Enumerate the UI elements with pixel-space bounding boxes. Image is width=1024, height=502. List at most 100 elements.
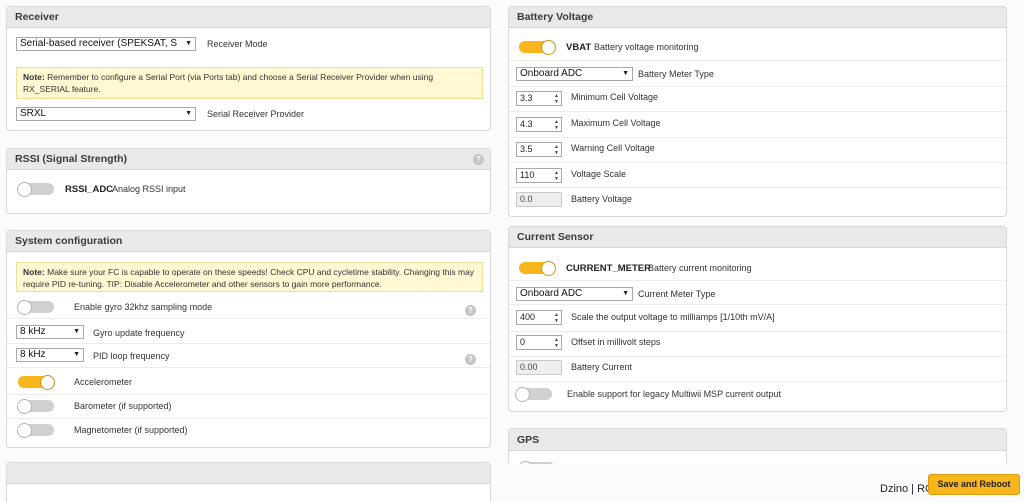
rssi-panel: RSSI (Signal Strength) ? RSSI_ADC Analog… <box>6 148 491 214</box>
max-cell-row: 4.3 ▲ ▼ Maximum Cell Voltage <box>509 113 1006 138</box>
receiver-mode-select[interactable]: Serial-based receiver (SPEKSAT, S ▼ <box>16 37 196 51</box>
battery-voltage-row: 0.0 Battery Voltage <box>509 189 1006 214</box>
vbat-desc: Battery voltage monitoring <box>594 42 699 52</box>
accelerometer-label: Accelerometer <box>74 377 133 387</box>
barometer-label: Barometer (if supported) <box>74 401 172 411</box>
barometer-row: Barometer (if supported) <box>7 395 490 419</box>
receiver-note: Note: Remember to configure a Serial Por… <box>16 67 483 99</box>
next-left-panel-header <box>7 463 490 484</box>
max-cell-value: 4.3 <box>520 119 533 129</box>
current-scale-label: Scale the output voltage to milliamps [1… <box>571 312 775 322</box>
current-meter-row: CURRENT_METER Battery current monitoring <box>509 253 1006 281</box>
system-note-text: Make sure your FC is capable to operate … <box>23 267 475 289</box>
save-and-reboot-button[interactable]: Save and Reboot <box>928 474 1020 495</box>
receiver-mode-value: Serial-based receiver (SPEKSAT, S <box>20 38 178 49</box>
battery-voltage-panel: Battery Voltage VBAT Battery voltage mon… <box>508 6 1007 217</box>
current-offset-row: 0 ▲ ▼ Offset in millivolt steps <box>509 332 1006 357</box>
battery-meter-type-row: Onboard ADC ▼ Battery Meter Type <box>509 63 1006 87</box>
current-meter-type-label: Current Meter Type <box>638 289 716 299</box>
gyro-freq-label: Gyro update frequency <box>93 328 185 338</box>
max-cell-input[interactable]: 4.3 ▲ ▼ <box>516 117 562 132</box>
chevron-down-icon: ▼ <box>620 288 629 300</box>
voltage-scale-input[interactable]: 110 ▲ ▼ <box>516 168 562 183</box>
gyro-freq-select[interactable]: 8 kHz ▼ <box>16 325 84 339</box>
next-left-panel <box>6 462 491 502</box>
rssi-adc-toggle[interactable] <box>17 182 54 197</box>
system-config-note: Note: Make sure your FC is capable to op… <box>16 262 483 292</box>
gps-panel-title: GPS <box>509 429 1006 451</box>
rssi-adc-desc: Analog RSSI input <box>112 184 186 194</box>
current-meter-desc: Battery current monitoring <box>648 263 752 273</box>
rssi-panel-title: RSSI (Signal Strength) ? <box>7 149 490 170</box>
chevron-down-icon: ▼ <box>183 108 192 120</box>
legacy-msp-row: Enable support for legacy Multiwii MSP c… <box>509 383 1006 409</box>
current-offset-input[interactable]: 0 ▲ ▼ <box>516 335 562 350</box>
legacy-msp-label: Enable support for legacy Multiwii MSP c… <box>567 389 781 399</box>
spinner-arrows-icon[interactable]: ▲ ▼ <box>554 170 559 182</box>
gyro32-toggle[interactable] <box>17 300 54 315</box>
spinner-arrows-icon[interactable]: ▲ ▼ <box>554 337 559 349</box>
spinner-arrows-icon[interactable]: ▲ ▼ <box>554 119 559 131</box>
receiver-note-text: Remember to configure a Serial Port (via… <box>23 72 434 94</box>
battery-current-readout: 0.00 <box>516 360 562 375</box>
chevron-down-icon: ▼ <box>183 38 192 50</box>
serial-provider-label: Serial Receiver Provider <box>207 109 305 119</box>
help-icon[interactable]: ? <box>473 154 484 165</box>
max-cell-label: Maximum Cell Voltage <box>571 118 661 128</box>
min-cell-row: 3.3 ▲ ▼ Minimum Cell Voltage <box>509 87 1006 112</box>
system-config-panel: System configuration Note: Make sure you… <box>6 230 491 448</box>
current-meter-type-row: Onboard ADC ▼ Current Meter Type <box>509 283 1006 305</box>
chevron-down-icon: ▼ <box>620 68 629 80</box>
battery-current-row: 0.00 Battery Current <box>509 357 1006 382</box>
battery-voltage-label: Battery Voltage <box>571 194 633 204</box>
gyro-freq-row: 8 kHz ▼ Gyro update frequency <box>7 322 490 344</box>
current-meter-type-select[interactable]: Onboard ADC ▼ <box>516 287 633 301</box>
gyro32-label: Enable gyro 32khz sampling mode <box>74 302 213 312</box>
current-sensor-panel: Current Sensor CURRENT_METER Battery cur… <box>508 226 1007 412</box>
current-offset-value: 0 <box>520 337 526 347</box>
battery-meter-type-select[interactable]: Onboard ADC ▼ <box>516 67 633 81</box>
current-sensor-title: Current Sensor <box>509 227 1006 248</box>
min-cell-value: 3.3 <box>520 93 533 103</box>
serial-provider-select[interactable]: SRXL ▼ <box>16 107 196 121</box>
vbat-toggle[interactable] <box>519 40 556 55</box>
spinner-arrows-icon[interactable]: ▲ ▼ <box>554 93 559 105</box>
rssi-panel-title-text: RSSI (Signal Strength) <box>15 153 128 165</box>
current-scale-value: 400 <box>520 312 536 322</box>
receiver-mode-label: Receiver Mode <box>207 39 268 49</box>
receiver-note-label: Note: <box>23 72 45 82</box>
receiver-panel: Receiver Serial-based receiver (SPEKSAT,… <box>6 6 491 131</box>
current-meter-name: CURRENT_METER <box>566 263 651 274</box>
current-meter-toggle[interactable] <box>519 261 556 276</box>
spinner-arrows-icon[interactable]: ▲ ▼ <box>554 144 559 156</box>
help-icon[interactable]: ? <box>465 305 476 316</box>
magnetometer-toggle[interactable] <box>17 423 54 438</box>
magnetometer-row: Magnetometer (if supported) <box>7 419 490 443</box>
accelerometer-row: Accelerometer <box>7 371 490 395</box>
rssi-adc-name: RSSI_ADC <box>65 184 114 195</box>
current-scale-row: 400 ▲ ▼ Scale the output voltage to milli… <box>509 307 1006 332</box>
pid-freq-select[interactable]: 8 kHz ▼ <box>16 348 84 362</box>
min-cell-input[interactable]: 3.3 ▲ ▼ <box>516 91 562 106</box>
voltage-scale-row: 110 ▲ ▼ Voltage Scale <box>509 163 1006 188</box>
gyro-freq-value: 8 kHz <box>20 326 46 337</box>
pid-freq-row: 8 kHz ▼ PID loop frequency ? <box>7 346 490 368</box>
help-icon[interactable]: ? <box>465 354 476 365</box>
spinner-arrows-icon[interactable]: ▲ ▼ <box>554 312 559 324</box>
battery-voltage-readout: 0.0 <box>516 192 562 207</box>
pid-freq-value: 8 kHz <box>20 349 46 360</box>
barometer-toggle[interactable] <box>17 399 54 414</box>
system-config-title: System configuration <box>7 231 490 252</box>
battery-voltage-title: Battery Voltage <box>509 7 1006 28</box>
current-scale-input[interactable]: 400 ▲ ▼ <box>516 310 562 325</box>
warn-cell-input[interactable]: 3.5 ▲ ▼ <box>516 142 562 157</box>
legacy-msp-toggle[interactable] <box>515 387 552 402</box>
min-cell-label: Minimum Cell Voltage <box>571 92 659 102</box>
pid-freq-label: PID loop frequency <box>93 351 170 361</box>
accelerometer-toggle[interactable] <box>18 375 55 390</box>
vbat-row: VBAT Battery voltage monitoring <box>509 33 1006 61</box>
chevron-down-icon: ▼ <box>71 326 80 338</box>
chevron-down-icon: ▼ <box>71 349 80 361</box>
warn-cell-row: 3.5 ▲ ▼ Warning Cell Voltage <box>509 138 1006 163</box>
receiver-panel-title: Receiver <box>7 7 490 28</box>
